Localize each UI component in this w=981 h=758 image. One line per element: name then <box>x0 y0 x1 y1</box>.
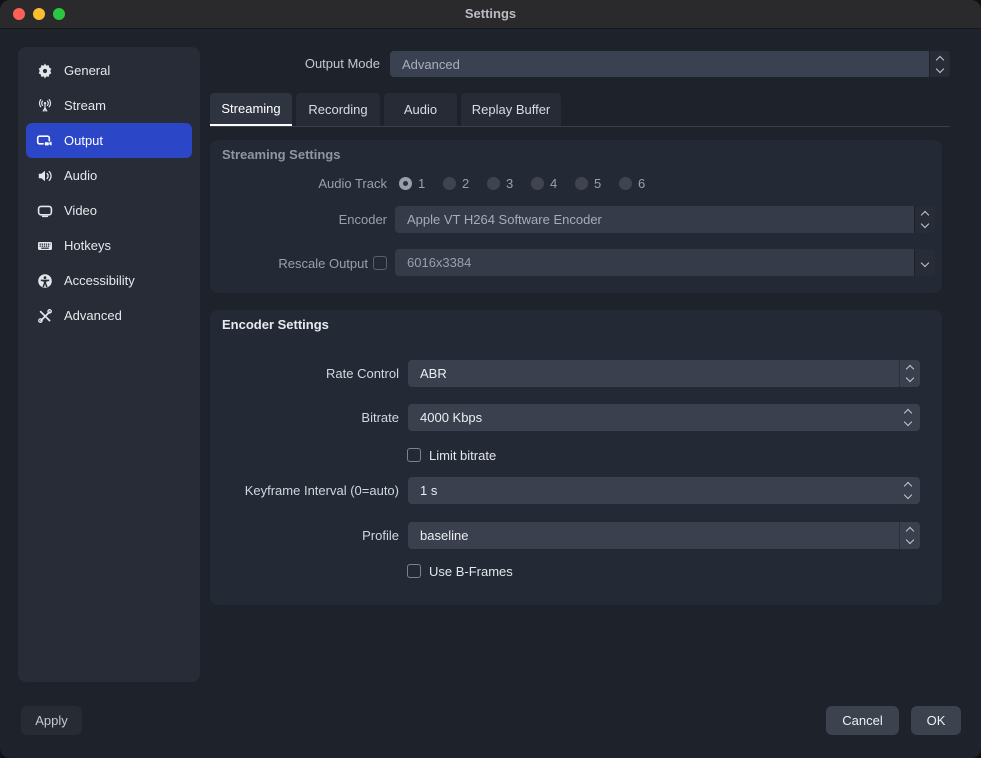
sidebar-item-general[interactable]: General <box>26 53 192 88</box>
sidebar-item-label: General <box>64 63 110 78</box>
keyboard-icon <box>36 237 53 254</box>
keyframe-interval-value: 1 s <box>408 483 920 498</box>
settings-window: Settings General Stream Output Audio <box>0 0 981 758</box>
tab-divider <box>210 126 950 127</box>
sidebar-item-label: Advanced <box>64 308 122 323</box>
tab-label: Streaming <box>221 101 280 116</box>
sidebar-item-label: Stream <box>64 98 106 113</box>
rate-control-label: Rate Control <box>326 366 399 381</box>
sidebar-item-label: Audio <box>64 168 97 183</box>
use-b-frames-label: Use B-Frames <box>429 564 513 579</box>
sidebar-item-output[interactable]: Output <box>26 123 192 158</box>
streaming-settings-title: Streaming Settings <box>222 147 340 162</box>
sidebar-item-label: Output <box>64 133 103 148</box>
tab-streaming[interactable]: Streaming <box>210 93 292 126</box>
rescale-output-checkbox[interactable] <box>373 256 387 270</box>
encoder-settings-group: Encoder Settings <box>210 310 942 605</box>
broadcast-icon <box>36 97 53 114</box>
audio-track-radio-3[interactable] <box>487 177 500 190</box>
bitrate-spinbox[interactable]: 4000 Kbps <box>408 404 920 431</box>
tools-icon <box>36 307 53 324</box>
audio-track-radio-2[interactable] <box>443 177 456 190</box>
tab-label: Audio <box>404 102 437 117</box>
rate-control-value: ABR <box>408 366 899 381</box>
gear-icon <box>36 62 53 79</box>
rate-control-dropdown[interactable]: ABR <box>408 360 920 387</box>
rescale-resolution-combobox[interactable]: 6016x3384 <box>395 249 935 276</box>
audio-track-option-label: 1 <box>418 176 425 191</box>
profile-value: baseline <box>408 528 899 543</box>
bitrate-label: Bitrate <box>361 410 399 425</box>
audio-track-option-label: 6 <box>638 176 645 191</box>
ok-button[interactable]: OK <box>911 706 961 735</box>
limit-bitrate-checkbox[interactable] <box>407 448 421 462</box>
sidebar-item-label: Video <box>64 203 97 218</box>
audio-track-option-label: 5 <box>594 176 601 191</box>
chevron-down-icon[interactable] <box>914 249 935 276</box>
output-mode-value: Advanced <box>390 57 929 72</box>
profile-label: Profile <box>362 528 399 543</box>
chevron-up-down-icon[interactable] <box>914 206 935 233</box>
keyframe-interval-label: Keyframe Interval (0=auto) <box>245 483 399 498</box>
audio-track-radio-6[interactable] <box>619 177 632 190</box>
encoder-label: Encoder <box>339 212 387 227</box>
use-b-frames-checkbox[interactable] <box>407 564 421 578</box>
audio-track-option-label: 4 <box>550 176 557 191</box>
speaker-icon <box>36 167 53 184</box>
bitrate-value: 4000 Kbps <box>408 410 920 425</box>
window-title: Settings <box>0 6 981 21</box>
apply-button[interactable]: Apply <box>21 706 82 735</box>
audio-track-label: Audio Track <box>318 176 387 191</box>
titlebar: Settings <box>0 0 981 29</box>
chevron-up-down-icon[interactable] <box>929 51 950 77</box>
sidebar: General Stream Output Audio Video <box>18 47 200 682</box>
keyframe-interval-spinbox[interactable]: 1 s <box>408 477 920 504</box>
chevron-up-down-icon[interactable] <box>899 360 920 387</box>
limit-bitrate-label: Limit bitrate <box>429 448 496 463</box>
accessibility-icon <box>36 272 53 289</box>
audio-track-radio-4[interactable] <box>531 177 544 190</box>
cancel-button[interactable]: Cancel <box>826 706 899 735</box>
sidebar-item-advanced[interactable]: Advanced <box>26 298 192 333</box>
output-mode-dropdown[interactable]: Advanced <box>390 51 950 77</box>
tab-recording[interactable]: Recording <box>296 93 380 126</box>
audio-track-radio-5[interactable] <box>575 177 588 190</box>
tab-label: Recording <box>308 102 367 117</box>
sidebar-item-accessibility[interactable]: Accessibility <box>26 263 192 298</box>
sidebar-item-hotkeys[interactable]: Hotkeys <box>26 228 192 263</box>
audio-track-radio-1[interactable] <box>399 177 412 190</box>
sidebar-item-label: Accessibility <box>64 273 135 288</box>
tab-replay-buffer[interactable]: Replay Buffer <box>461 93 561 126</box>
audio-track-option-label: 2 <box>462 176 469 191</box>
rescale-resolution-value: 6016x3384 <box>395 255 914 270</box>
encoder-dropdown[interactable]: Apple VT H264 Software Encoder <box>395 206 935 233</box>
sidebar-item-label: Hotkeys <box>64 238 111 253</box>
tab-audio[interactable]: Audio <box>384 93 457 126</box>
encoder-settings-title: Encoder Settings <box>222 317 329 332</box>
tab-label: Replay Buffer <box>472 102 551 117</box>
sidebar-item-audio[interactable]: Audio <box>26 158 192 193</box>
output-icon <box>36 132 53 149</box>
output-mode-label: Output Mode <box>305 56 380 71</box>
monitor-icon <box>36 202 53 219</box>
rescale-output-label: Rescale Output <box>278 256 368 271</box>
profile-dropdown[interactable]: baseline <box>408 522 920 549</box>
chevron-up-down-icon[interactable] <box>899 522 920 549</box>
sidebar-item-stream[interactable]: Stream <box>26 88 192 123</box>
audio-track-option-label: 3 <box>506 176 513 191</box>
encoder-value: Apple VT H264 Software Encoder <box>395 212 914 227</box>
sidebar-item-video[interactable]: Video <box>26 193 192 228</box>
